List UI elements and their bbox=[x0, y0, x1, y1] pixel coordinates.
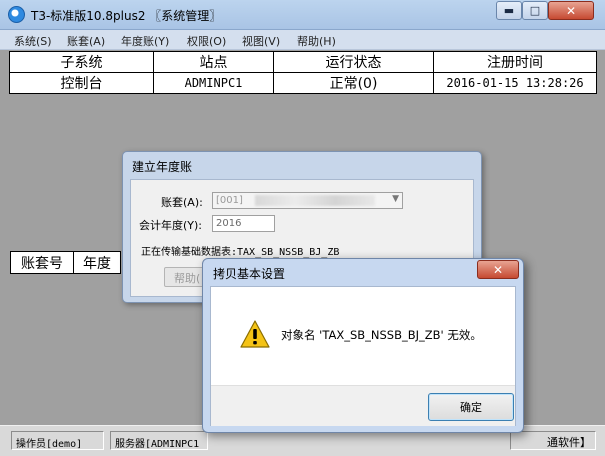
dialog-body: 对象名 'TAX_SB_NSSB_BJ_ZB' 无效。 确定 bbox=[210, 286, 516, 426]
status-software: 通软件】 bbox=[510, 431, 596, 450]
table-row[interactable]: 控制台 ADMINPC1 正常(0) 2016-01-15 13:28:26 bbox=[9, 72, 597, 94]
cell-site: ADMINPC1 bbox=[153, 72, 274, 94]
blurred-account-name bbox=[255, 195, 375, 206]
account-select-value: [001] bbox=[216, 195, 243, 206]
menu-account[interactable]: 账套(A) bbox=[67, 33, 105, 49]
status-operator: 操作员[demo] bbox=[11, 431, 104, 450]
year-field-value: 2016 bbox=[216, 218, 242, 229]
column-header-status: 运行状态 bbox=[273, 51, 434, 73]
table-header-row: 账套号 年度 bbox=[10, 251, 121, 274]
maximize-button[interactable]: □ bbox=[522, 1, 548, 20]
account-table: 账套号 年度 bbox=[10, 251, 121, 274]
column-header-year: 年度 bbox=[73, 251, 121, 274]
minimize-button[interactable]: ▬ bbox=[496, 1, 522, 20]
menu-system[interactable]: 系统(S) bbox=[14, 33, 52, 49]
subsystem-table: 子系统 站点 运行状态 注册时间 控制台 ADMINPC1 正常(0) 2016… bbox=[9, 51, 597, 94]
menu-bar: 系统(S) 账套(A) 年度账(Y) 权限(O) 视图(V) 帮助(H) bbox=[0, 30, 605, 50]
year-field[interactable]: 2016 bbox=[212, 215, 275, 232]
warning-icon bbox=[240, 320, 270, 348]
column-header-account-no: 账套号 bbox=[10, 251, 74, 274]
close-icon[interactable]: ✕ bbox=[477, 260, 519, 279]
column-header-subsystem: 子系统 bbox=[9, 51, 154, 73]
title-bar: T3-标准版10.8plus2 〖系统管理〗 ▬ □ ✕ bbox=[0, 0, 605, 30]
menu-help[interactable]: 帮助(H) bbox=[297, 33, 336, 49]
cell-status: 正常(0) bbox=[273, 72, 434, 94]
app-logo-icon bbox=[8, 6, 25, 23]
window-title: T3-标准版10.8plus2 〖系统管理〗 bbox=[31, 9, 222, 23]
chevron-down-icon[interactable]: ▼ bbox=[392, 194, 399, 204]
status-server: 服务器[ADMINPC1 bbox=[110, 431, 208, 450]
cell-register-time: 2016-01-15 13:28:26 bbox=[433, 72, 597, 94]
year-label: 会计年度(Y): bbox=[139, 219, 203, 232]
dialog-title: 建立年度账 bbox=[132, 160, 193, 174]
account-label: 账套(A): bbox=[161, 196, 203, 209]
close-window-button[interactable]: ✕ bbox=[548, 1, 594, 20]
column-header-register-time: 注册时间 bbox=[433, 51, 597, 73]
menu-permission[interactable]: 权限(O) bbox=[187, 33, 226, 49]
ok-button[interactable]: 确定 bbox=[428, 393, 514, 421]
transfer-progress-text: 正在传输基础数据表:TAX_SB_NSSB_BJ_ZB bbox=[141, 247, 340, 258]
dialog-footer: 确定 bbox=[211, 385, 515, 426]
table-header-row: 子系统 站点 运行状态 注册时间 bbox=[9, 51, 597, 73]
column-header-site: 站点 bbox=[153, 51, 274, 73]
dialog-title: 拷贝基本设置 bbox=[213, 267, 286, 281]
cell-subsystem: 控制台 bbox=[9, 72, 154, 94]
copy-settings-dialog: 拷贝基本设置 ✕ 对象名 'TAX_SB_NSSB_BJ_ZB' 无效。 确定 bbox=[202, 258, 524, 433]
error-message: 对象名 'TAX_SB_NSSB_BJ_ZB' 无效。 bbox=[281, 328, 482, 342]
account-select[interactable]: [001] ▼ bbox=[212, 192, 403, 209]
menu-view[interactable]: 视图(V) bbox=[242, 33, 280, 49]
menu-year-account[interactable]: 年度账(Y) bbox=[121, 33, 169, 49]
